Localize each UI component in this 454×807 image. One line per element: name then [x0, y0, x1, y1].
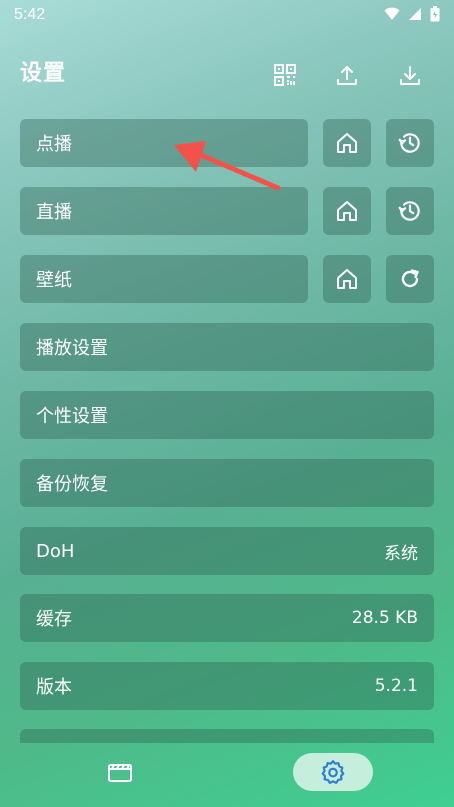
personal-settings-row[interactable]: 个性设置	[20, 391, 434, 439]
status-icons	[384, 6, 440, 22]
page-title: 设置	[20, 61, 67, 86]
wallpaper-home-button[interactable]	[323, 255, 371, 303]
wifi-icon	[384, 7, 400, 20]
bottom-navigation	[0, 745, 454, 807]
battery-icon	[430, 6, 440, 22]
nav-film-tab[interactable]	[100, 753, 140, 791]
cache-value: 28.5 KB	[351, 608, 418, 628]
status-time: 5:42	[14, 6, 46, 23]
playback-settings-row[interactable]: 播放设置	[20, 323, 434, 371]
nav-settings-tab[interactable]	[293, 753, 373, 791]
download-icon	[400, 66, 420, 85]
refresh-icon	[401, 269, 419, 288]
home-icon	[337, 133, 357, 153]
version-label: 版本	[36, 677, 72, 698]
personal-settings-label: 个性设置	[36, 406, 108, 427]
backup-restore-row[interactable]: 备份恢复	[20, 459, 434, 507]
history-icon	[398, 201, 420, 221]
version-value: 5.2.1	[374, 676, 418, 696]
qr-code-icon	[274, 64, 296, 86]
qr-code-button[interactable]	[270, 60, 300, 90]
live-row[interactable]: 直播	[20, 187, 308, 235]
doh-label: DoH	[36, 540, 75, 562]
status-bar: 5:42	[0, 0, 454, 30]
signal-icon	[409, 8, 421, 20]
cache-row[interactable]: 缓存 28.5 KB	[20, 594, 434, 642]
vod-row[interactable]: 点播	[20, 119, 308, 167]
version-row[interactable]: 版本 5.2.1	[20, 662, 434, 710]
wallpaper-refresh-button[interactable]	[386, 255, 434, 303]
history-icon	[398, 133, 420, 153]
backup-restore-label: 备份恢复	[36, 474, 108, 495]
download-button[interactable]	[395, 60, 425, 90]
film-icon	[108, 764, 132, 782]
home-icon	[337, 201, 357, 221]
vod-history-button[interactable]	[386, 119, 434, 167]
doh-value: 系统	[384, 543, 418, 564]
cache-label: 缓存	[36, 609, 72, 630]
partial-row	[20, 729, 434, 743]
doh-row[interactable]: DoH 系统	[20, 527, 434, 575]
vod-label: 点播	[36, 134, 72, 155]
upload-icon	[337, 66, 357, 85]
live-label: 直播	[36, 202, 72, 223]
live-home-button[interactable]	[323, 187, 371, 235]
live-history-button[interactable]	[386, 187, 434, 235]
upload-button[interactable]	[332, 60, 362, 90]
wallpaper-row[interactable]: 壁纸	[20, 255, 308, 303]
gear-icon	[321, 760, 345, 784]
playback-settings-label: 播放设置	[36, 338, 108, 359]
vod-home-button[interactable]	[323, 119, 371, 167]
wallpaper-label: 壁纸	[36, 270, 72, 291]
home-icon	[337, 269, 357, 289]
